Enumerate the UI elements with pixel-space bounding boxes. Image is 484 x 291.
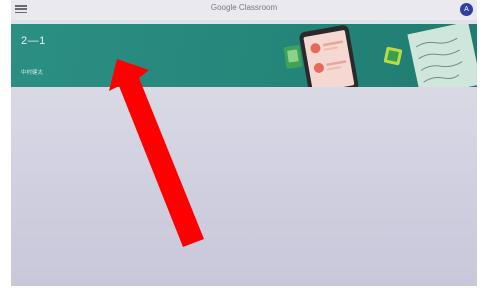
annotation-arrow-icon bbox=[109, 59, 204, 247]
